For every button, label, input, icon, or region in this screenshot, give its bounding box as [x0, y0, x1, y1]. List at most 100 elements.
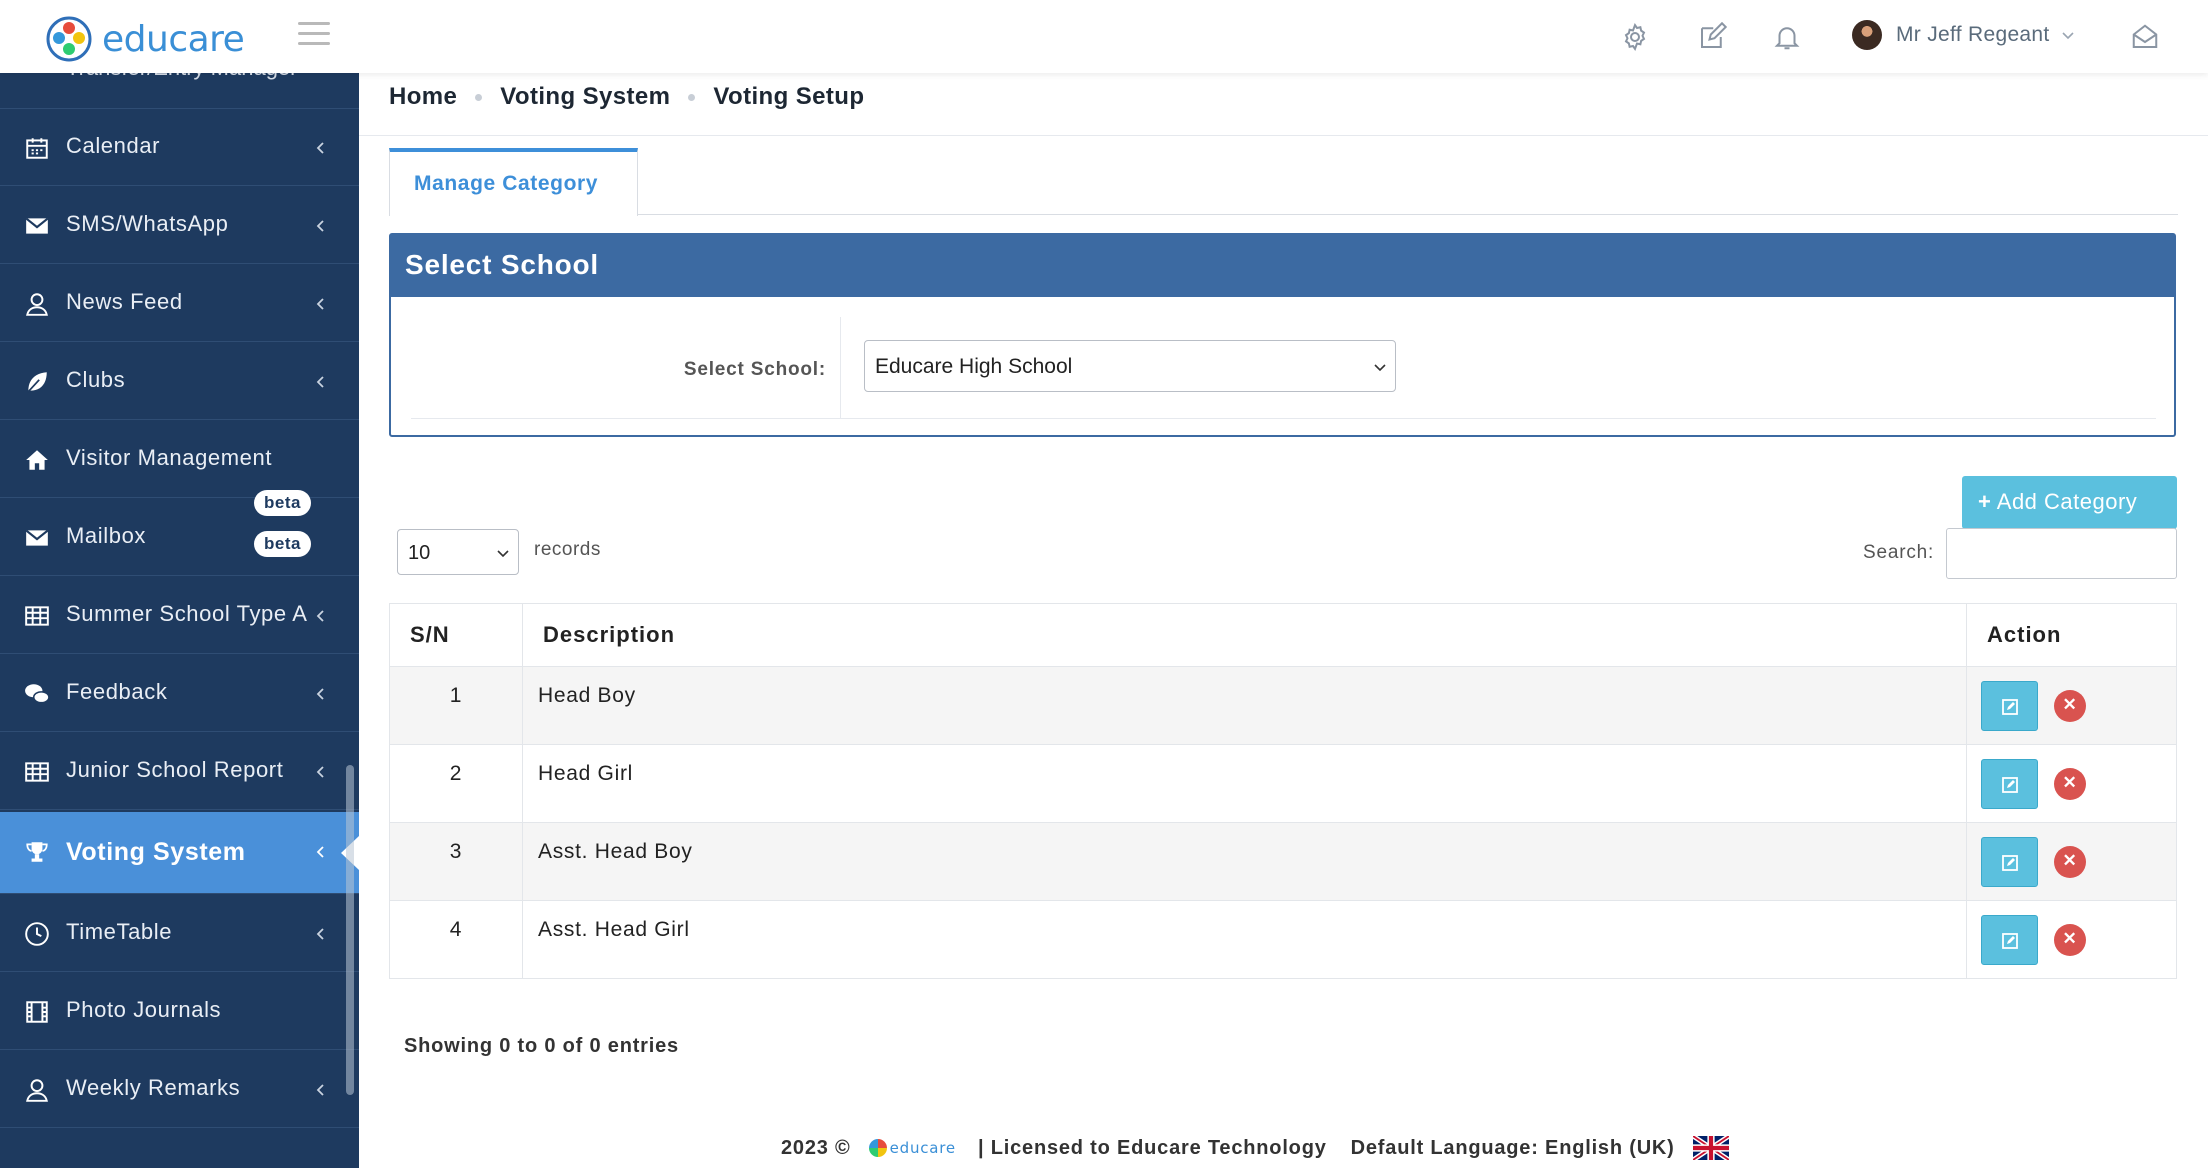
panel-title: Select School: [405, 249, 600, 280]
sidebar-item-feedback[interactable]: Feedback: [0, 654, 359, 732]
beta-badge: beta: [254, 490, 311, 516]
cell-action: ✕: [1966, 666, 2177, 745]
sidebar-item-calendar[interactable]: Calendar: [0, 108, 359, 186]
edit-note-icon[interactable]: [1697, 21, 1729, 54]
chevron-left-icon: [316, 688, 324, 700]
footer-language: Default Language: English (UK): [1350, 1136, 1675, 1159]
sidebar-item-label: Feedback: [66, 679, 168, 704]
sidebar-item-news-feed[interactable]: News Feed: [0, 264, 359, 342]
sidebar-item-partial[interactable]: Transfer/Entry Manager: [0, 55, 359, 109]
user-menu[interactable]: Mr Jeff Regeant: [1852, 20, 2076, 50]
trophy-icon: [26, 842, 48, 862]
cell-action: ✕: [1966, 822, 2177, 901]
delete-button[interactable]: ✕: [2054, 924, 2086, 956]
footer: 2023 © educare | Licensed to Educare Tec…: [781, 1136, 1729, 1160]
user-outline-icon: [26, 1079, 48, 1102]
select-school-panel: Select School Select School: Educare Hig…: [389, 233, 2176, 437]
sidebar-item-label: SMS/WhatsApp: [66, 211, 229, 236]
close-icon: ✕: [2062, 851, 2078, 870]
sidebar-item-summer-school[interactable]: Summer School Type A: [0, 576, 359, 654]
footer-logo: educare: [868, 1139, 956, 1157]
edit-button[interactable]: [1981, 915, 2038, 965]
tab-bar: Manage Category: [389, 73, 2178, 216]
tab-manage-category[interactable]: Manage Category: [389, 148, 638, 216]
sidebar-item-timetable[interactable]: TimeTable: [0, 894, 359, 972]
column-header-description[interactable]: Description: [522, 603, 1967, 667]
chevron-left-icon: [316, 846, 324, 858]
inbox-envelope-icon[interactable]: [2130, 22, 2162, 54]
edit-icon: [2002, 699, 2018, 715]
table-icon: [25, 606, 49, 626]
delete-button[interactable]: ✕: [2054, 690, 2086, 722]
records-per-page-select[interactable]: 10: [397, 529, 519, 575]
table-icon: [25, 762, 49, 782]
chevron-left-icon: [316, 928, 324, 940]
table-row: 3 Asst. Head Boy ✕: [389, 822, 2177, 901]
sidebar-item-label: Calendar: [66, 133, 161, 158]
logo-text: educare: [102, 18, 245, 60]
chevron-left-icon: [316, 610, 324, 622]
edit-button[interactable]: [1981, 681, 2038, 731]
plus-icon: +: [1978, 489, 1992, 514]
tab-label: Manage Category: [414, 172, 599, 195]
edit-button[interactable]: [1981, 837, 2038, 887]
sidebar-item-weekly-remarks[interactable]: Weekly Remarks: [0, 1050, 359, 1128]
cell-sn: 1: [389, 666, 523, 745]
envelope-icon: [25, 529, 49, 546]
search-input[interactable]: [1946, 528, 2177, 579]
cell-sn: 4: [389, 900, 523, 979]
table-row: 4 Asst. Head Girl ✕: [389, 900, 2177, 979]
add-category-button[interactable]: + Add Category: [1962, 476, 2177, 529]
delete-button[interactable]: ✕: [2054, 846, 2086, 878]
sidebar-scrollbar[interactable]: [346, 765, 354, 1095]
records-select-value: 10: [408, 542, 431, 564]
home-icon: [26, 450, 48, 470]
clock-icon: [25, 922, 49, 946]
sidebar-item-sms-whatsapp[interactable]: SMS/WhatsApp: [0, 186, 359, 264]
cell-sn: 3: [389, 822, 523, 901]
school-select[interactable]: Educare High School: [864, 340, 1396, 392]
sidebar-item-junior-school-report[interactable]: Junior School Report: [0, 732, 359, 810]
edit-icon: [2002, 855, 2018, 871]
cell-action: ✕: [1966, 900, 2177, 979]
sidebar-item-label: Photo Journals: [66, 997, 222, 1022]
table-header-row: S/N Description Action: [389, 603, 2177, 667]
close-icon: ✕: [2062, 773, 2078, 792]
chevron-left-icon: [316, 1084, 324, 1096]
footer-licensed: | Licensed to Educare Technology: [977, 1136, 1327, 1159]
uk-flag-icon[interactable]: [1692, 1136, 1729, 1160]
school-select-value: Educare High School: [875, 355, 1073, 378]
chevron-left-icon: [316, 142, 324, 154]
chevron-left-icon: [316, 766, 324, 778]
user-outline-icon: [26, 293, 48, 316]
menu-toggle-icon[interactable]: [298, 22, 330, 46]
chevron-left-icon: [316, 220, 324, 232]
chevron-down-icon: [497, 550, 509, 558]
user-name: Mr Jeff Regeant: [1896, 23, 2050, 46]
film-icon: [26, 1001, 48, 1023]
notification-bell-icon[interactable]: [1772, 22, 1804, 54]
edit-button[interactable]: [1981, 759, 2038, 809]
sidebar-item-photo-journals[interactable]: Photo Journals: [0, 972, 359, 1050]
sidebar-item-voting-system[interactable]: Voting System: [0, 812, 359, 894]
column-header-sn[interactable]: S/N: [389, 603, 523, 667]
top-bar: educare Mr Jeff Regeant: [0, 0, 2208, 73]
search-label: Search:: [1863, 542, 1935, 563]
sidebar-item-label: Weekly Remarks: [66, 1075, 241, 1100]
comments-icon: [25, 684, 50, 704]
records-label: records: [534, 539, 601, 560]
calendar-icon: [26, 138, 48, 159]
avatar: [1852, 20, 1882, 50]
sidebar-item-clubs[interactable]: Clubs: [0, 342, 359, 420]
logo-mark-icon: [868, 1139, 887, 1157]
delete-button[interactable]: ✕: [2054, 768, 2086, 800]
chevron-left-icon: [316, 376, 324, 388]
sidebar-item-visitor-management[interactable]: Visitor Management: [0, 420, 359, 498]
settings-gear-icon[interactable]: [1620, 22, 1652, 54]
cell-sn: 2: [389, 744, 523, 823]
close-icon: ✕: [2062, 695, 2078, 714]
sidebar-item-label: Junior School Report: [66, 757, 284, 782]
column-header-action: Action: [1966, 603, 2177, 667]
educare-logo[interactable]: educare: [46, 16, 245, 62]
table-row: 2 Head Girl ✕: [389, 744, 2177, 823]
